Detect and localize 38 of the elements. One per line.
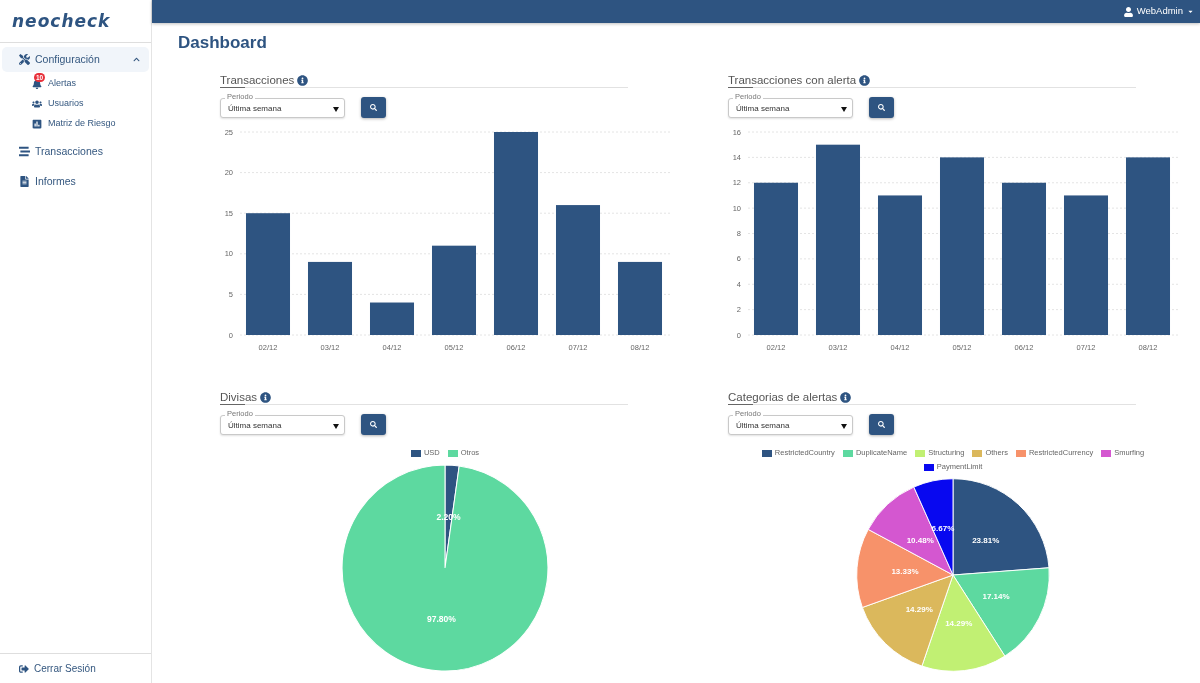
- caret-icon: [333, 106, 339, 112]
- caret-icon: [841, 423, 847, 429]
- submenu-item[interactable]: Matriz de Riesgo: [2, 114, 149, 134]
- nav-item[interactable]: Configuración: [2, 47, 149, 72]
- search-icon: [878, 421, 885, 428]
- page-title: Dashboard: [178, 33, 268, 52]
- search-button[interactable]: [869, 97, 894, 118]
- nav-item[interactable]: Transacciones: [2, 139, 149, 164]
- search-button[interactable]: [869, 414, 894, 435]
- document-icon: [19, 176, 30, 187]
- submenu-item[interactable]: Usuarios: [2, 94, 149, 114]
- chart-title: Divisas: [220, 390, 258, 404]
- brand-logo: neocheck: [12, 12, 111, 30]
- info-icon[interactable]: [260, 391, 272, 403]
- search-button[interactable]: [361, 97, 386, 118]
- search-button[interactable]: [361, 414, 386, 435]
- tools-icon: [19, 54, 30, 65]
- search-icon: [878, 104, 885, 111]
- stacked-lines-icon: [19, 146, 30, 157]
- info-icon[interactable]: [840, 391, 852, 403]
- logout-link[interactable]: Cerrar Sesión: [0, 654, 151, 683]
- users-icon: [32, 99, 42, 109]
- sign-out-icon: [19, 663, 29, 674]
- caret-icon: [333, 423, 339, 429]
- slice-value-label: 97.80%: [426, 614, 456, 625]
- info-icon[interactable]: [297, 74, 309, 86]
- nav-item[interactable]: Informes: [2, 169, 149, 194]
- caret-icon: [1187, 8, 1194, 15]
- chart-title: Transacciones con alerta: [728, 73, 857, 87]
- chart-bar: [370, 302, 414, 335]
- info-icon[interactable]: [859, 74, 871, 86]
- user-icon: [1123, 6, 1133, 17]
- search-icon: [370, 421, 377, 428]
- chart-title: Categorias de alertas: [728, 390, 838, 404]
- user-menu[interactable]: WebAdmin: [1123, 4, 1194, 19]
- search-icon: [370, 104, 377, 111]
- caret-icon: [841, 106, 847, 112]
- chart-title: Transacciones: [220, 73, 295, 87]
